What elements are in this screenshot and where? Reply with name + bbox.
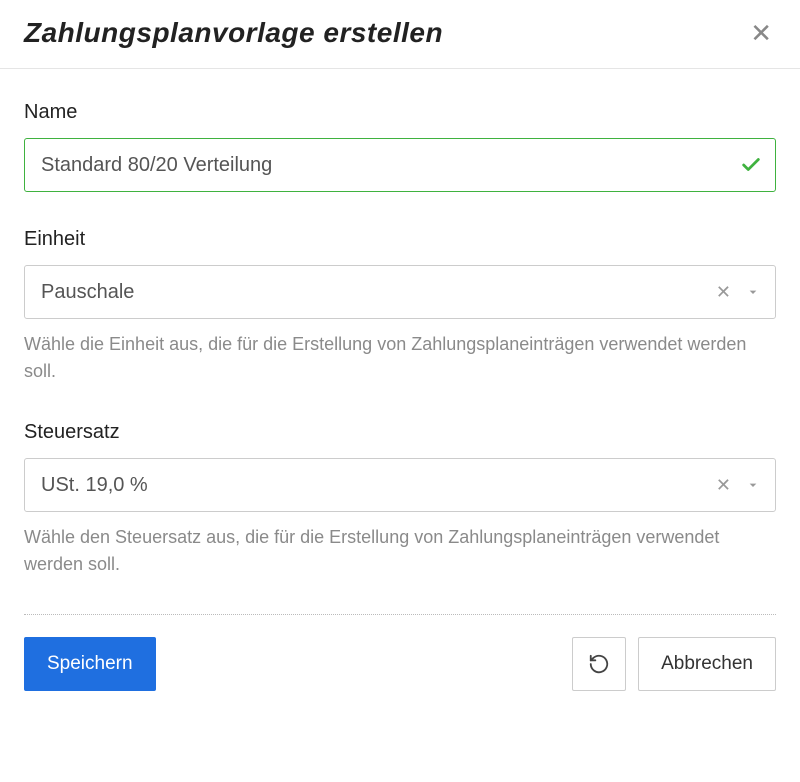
name-input[interactable] [24, 138, 776, 192]
unit-label: Einheit [24, 228, 776, 251]
tax-label: Steuersatz [24, 421, 776, 444]
tax-select[interactable]: USt. 19,0 % ✕ [24, 458, 776, 512]
tax-select-value: USt. 19,0 % [41, 474, 708, 497]
modal-header: Zahlungsplanvorlage erstellen ✕ [0, 0, 800, 69]
unit-select[interactable]: Pauschale ✕ [24, 265, 776, 319]
form-group-unit: Einheit Pauschale ✕ Wähle die Einheit au… [24, 228, 776, 385]
modal-footer: Speichern Abbrechen [0, 615, 800, 713]
unit-select-value: Pauschale [41, 281, 708, 304]
chevron-down-icon [739, 280, 763, 304]
name-label: Name [24, 101, 776, 124]
chevron-down-icon [739, 473, 763, 497]
tax-help-text: Wähle den Steuersatz aus, die für die Er… [24, 524, 776, 578]
undo-icon [588, 653, 610, 675]
save-button[interactable]: Speichern [24, 637, 156, 691]
form-group-tax: Steuersatz USt. 19,0 % ✕ Wähle den Steue… [24, 421, 776, 578]
unit-help-text: Wähle die Einheit aus, die für die Erste… [24, 331, 776, 385]
name-input-wrap [24, 138, 776, 192]
modal-create-payment-plan-template: Zahlungsplanvorlage erstellen ✕ Name Ein… [0, 0, 800, 713]
modal-body: Name Einheit Pauschale ✕ Wähle die Einhe… [0, 69, 800, 578]
form-group-name: Name [24, 101, 776, 192]
close-icon: ✕ [750, 18, 772, 48]
unit-clear-button[interactable]: ✕ [708, 278, 739, 307]
cancel-button[interactable]: Abbrechen [638, 637, 776, 691]
reset-button[interactable] [572, 637, 626, 691]
checkmark-icon [740, 154, 762, 176]
modal-title: Zahlungsplanvorlage erstellen [24, 17, 443, 49]
tax-clear-button[interactable]: ✕ [708, 471, 739, 500]
close-button[interactable]: ✕ [746, 16, 776, 50]
clear-icon: ✕ [716, 475, 731, 495]
clear-icon: ✕ [716, 282, 731, 302]
